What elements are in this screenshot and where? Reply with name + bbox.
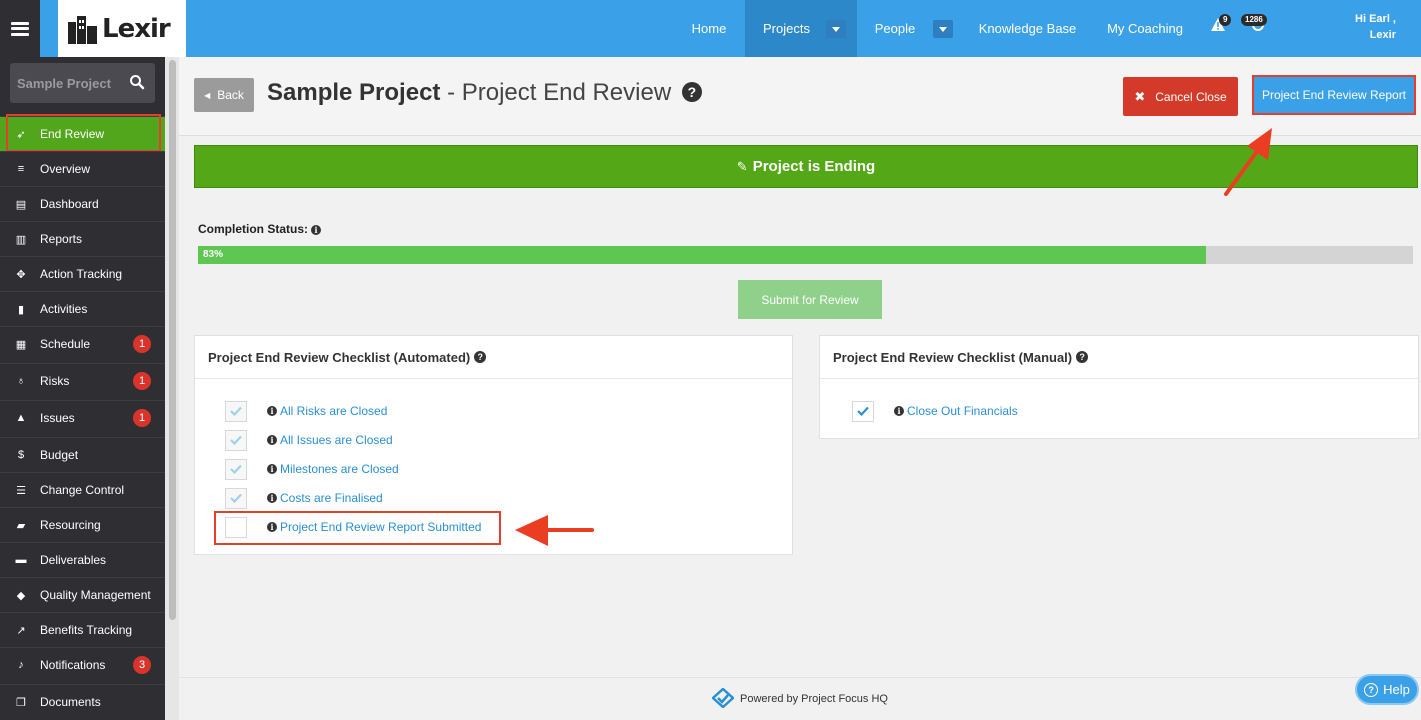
annotation-arrow-report-submitted: [515, 515, 594, 546]
annotation-arrow-report-button: [1224, 128, 1272, 196]
annotation-arrows: [515, 128, 1272, 546]
